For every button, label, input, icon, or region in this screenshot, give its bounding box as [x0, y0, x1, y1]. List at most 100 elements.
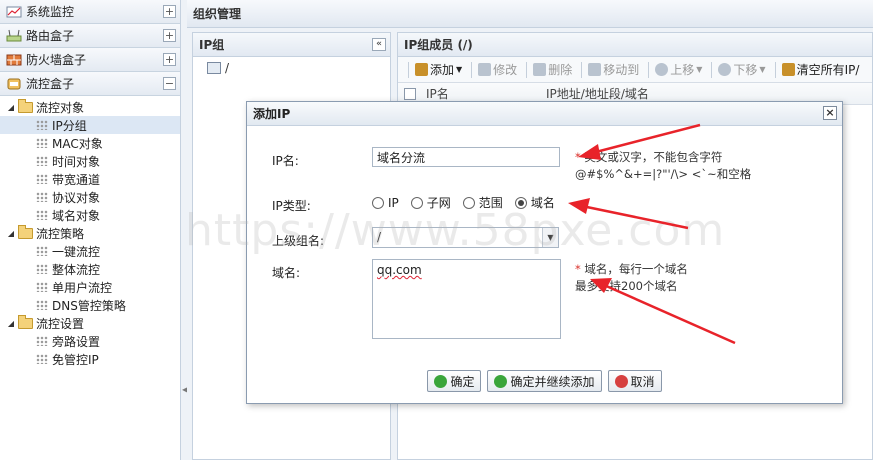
expand-arrow-icon[interactable]: ◢ — [6, 103, 16, 112]
tree-item-exempt-ip[interactable]: 免管控IP — [0, 350, 180, 368]
tree-item-ip-group[interactable]: IP分组 — [0, 116, 180, 134]
chevron-down-icon[interactable]: ▼ — [542, 228, 558, 247]
leaf-icon — [36, 192, 48, 202]
tree-label: 单用户流控 — [52, 280, 113, 295]
tree-label: 流控设置 — [36, 316, 85, 331]
nav-section-system-monitor[interactable]: 系统监控 + — [0, 0, 180, 24]
dialog-title: 添加IP — [253, 107, 291, 121]
toolbar-separator — [526, 61, 528, 78]
dialog-header: 添加IP × — [247, 102, 842, 126]
domain-textarea[interactable]: qq.com — [372, 259, 561, 339]
edit-button[interactable]: 修改 — [478, 61, 517, 78]
expand-arrow-icon[interactable]: ◢ — [6, 319, 16, 328]
expand-icon[interactable]: + — [163, 29, 176, 42]
nav-section-router-box[interactable]: 路由盒子 + — [0, 24, 180, 48]
domain-hint-line2: 最多支持200个域名 — [575, 279, 678, 293]
move-to-button-label: 移动到 — [603, 63, 640, 77]
firewall-icon — [6, 53, 22, 67]
parent-group-select[interactable]: / ▼ — [372, 227, 559, 248]
tree-label: 时间对象 — [52, 154, 101, 169]
ip-type-radio-ip[interactable] — [372, 196, 384, 209]
collapse-icon[interactable]: − — [163, 77, 176, 90]
cancel-button[interactable]: 取消 — [607, 370, 662, 392]
leaf-icon — [36, 174, 48, 184]
down-icon — [718, 63, 732, 76]
move-to-button[interactable]: 移动到 — [588, 61, 639, 78]
flow-control-icon — [6, 77, 22, 91]
move-up-button[interactable]: 上移 ▼ — [655, 61, 702, 78]
tree-item-one-click-flow[interactable]: 一键流控 — [0, 242, 180, 260]
clear-all-button[interactable]: 清空所有IP/ — [781, 61, 859, 78]
collapse-panel-icon[interactable]: « — [372, 38, 386, 51]
ip-type-radio-subnet[interactable] — [410, 196, 423, 209]
confirm-continue-button[interactable]: 确定并继续添加 — [487, 370, 602, 392]
delete-button[interactable]: 删除 — [533, 61, 572, 78]
column-header-ip-name[interactable]: IP名 — [426, 85, 546, 102]
up-icon — [655, 63, 669, 76]
move-down-button[interactable]: 下移 ▼ — [718, 61, 766, 78]
tree-folder-flow-objects[interactable]: ◢ 流控对象 — [0, 98, 180, 116]
tree-item-bandwidth-channel[interactable]: 带宽通道 — [0, 170, 180, 188]
tree-item-protocol-object[interactable]: 协议对象 — [0, 188, 180, 206]
expand-arrow-icon[interactable]: ◢ — [6, 229, 16, 238]
tree-item-single-user-flow[interactable]: 单用户流控 — [0, 278, 180, 296]
tree-label: MAC对象 — [52, 136, 103, 151]
toolbar-separator — [648, 61, 650, 78]
select-all-checkbox[interactable] — [404, 87, 416, 100]
column-header-address[interactable]: IP地址/地址段/域名 — [546, 85, 649, 102]
tree-label: 带宽通道 — [52, 172, 101, 187]
ip-type-option-label[interactable]: 范围 — [479, 194, 503, 211]
add-button[interactable]: 添加 ▼ — [415, 61, 462, 78]
nav-section-flow-control-box[interactable]: 流控盒子 − — [0, 72, 180, 96]
domain-hint: * 域名，每行一个域名 最多支持200个域名 — [575, 261, 688, 295]
tree-label: 一键流控 — [52, 244, 101, 259]
tree-label: 旁路设置 — [52, 334, 101, 349]
tree-item-time-object[interactable]: 时间对象 — [0, 152, 180, 170]
members-panel-title: IP组成员 (/) — [404, 38, 473, 52]
confirm-button[interactable]: 确定 — [427, 370, 482, 392]
add-icon — [415, 63, 428, 76]
monitor-icon — [6, 5, 22, 19]
tree-folder-flow-policy[interactable]: ◢ 流控策略 — [0, 224, 180, 242]
ip-group-root-label: / — [225, 61, 230, 75]
tree-item-overall-flow[interactable]: 整体流控 — [0, 260, 180, 278]
toolbar-separator — [471, 61, 473, 78]
ip-group-root-node[interactable]: / — [193, 57, 390, 75]
nav-tree: ◢ 流控对象 IP分组 MAC对象 时间对象 带宽通道 协议对象 域名对象 ◢ … — [0, 96, 180, 368]
tree-item-mac-object[interactable]: MAC对象 — [0, 134, 180, 152]
ip-type-option-label[interactable]: IP — [388, 196, 399, 210]
expand-icon[interactable]: + — [163, 5, 176, 18]
members-panel-header: IP组成员 (/) — [398, 33, 872, 57]
add-button-label: 添加 — [430, 63, 455, 77]
ip-type-radio-group: IP 子网 范围 域名 — [372, 194, 567, 211]
domain-hint-line1: 域名，每行一个域名 — [584, 262, 688, 276]
ip-type-radio-domain[interactable] — [514, 196, 527, 209]
ip-name-hint-line1: 英文或汉字，不能包含字符 — [584, 150, 723, 164]
close-icon[interactable]: × — [823, 106, 837, 120]
ip-type-option-label[interactable]: 子网 — [427, 194, 451, 211]
check-icon — [494, 374, 508, 388]
leaf-icon — [36, 300, 48, 310]
left-nav: 系统监控 + 路由盒子 + 防火墙盒子 + 流控盒子 − ◢ 流控对象 IP分组 — [0, 0, 181, 460]
ip-type-radio-range[interactable] — [462, 196, 475, 209]
move-up-button-label: 上移 — [670, 63, 695, 77]
ip-name-hint: * 英文或汉字，不能包含字符 @#$%^&+=|?"'/\> <`~和空格 — [575, 149, 751, 183]
ip-group-panel-title: IP组 — [199, 38, 225, 52]
parent-group-value: / — [377, 230, 382, 244]
tree-item-domain-object[interactable]: 域名对象 — [0, 206, 180, 224]
nav-section-label: 流控盒子 — [26, 77, 75, 91]
ip-name-label: IP名: — [272, 154, 299, 168]
move-down-button-label: 下移 — [733, 63, 758, 77]
tree-item-bypass-settings[interactable]: 旁路设置 — [0, 332, 180, 350]
leaf-icon — [36, 336, 48, 346]
tree-label: 协议对象 — [52, 190, 101, 205]
tree-item-dns-policy[interactable]: DNS管控策略 — [0, 296, 180, 314]
ip-name-input[interactable] — [372, 147, 560, 167]
ip-type-option-label[interactable]: 域名 — [531, 194, 555, 211]
tree-folder-flow-settings[interactable]: ◢ 流控设置 — [0, 314, 180, 332]
nav-section-firewall-box[interactable]: 防火墙盒子 + — [0, 48, 180, 72]
expand-icon[interactable]: + — [163, 53, 176, 66]
ip-type-label: IP类型: — [272, 199, 311, 213]
folder-icon — [18, 98, 33, 113]
leaf-icon — [36, 138, 48, 148]
